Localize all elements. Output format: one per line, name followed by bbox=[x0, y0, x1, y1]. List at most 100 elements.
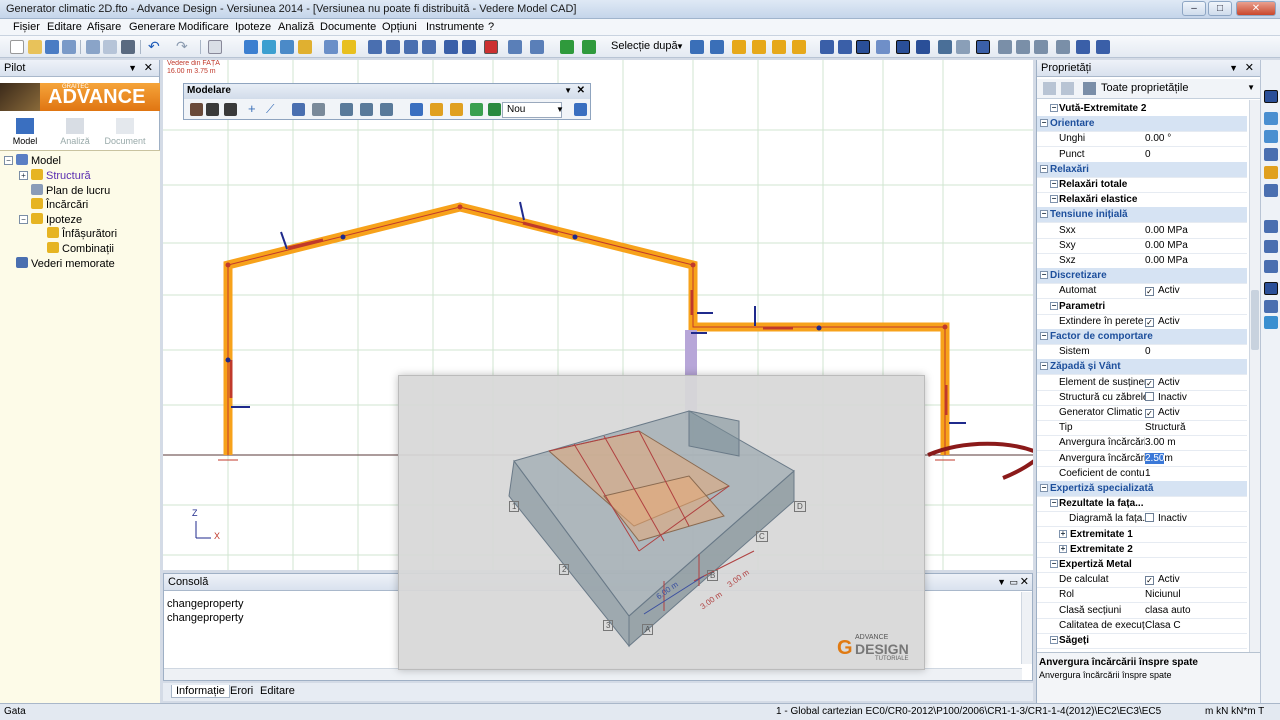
chevron-down-icon[interactable]: ▼ bbox=[676, 40, 690, 54]
property-row[interactable]: − Relaxări totale bbox=[1037, 177, 1247, 192]
shield-icon[interactable] bbox=[342, 40, 356, 54]
collapse-icon[interactable]: − bbox=[1040, 210, 1048, 219]
property-value[interactable]: 2.50m bbox=[1145, 451, 1173, 466]
wall-icon[interactable] bbox=[896, 40, 910, 54]
close-icon[interactable]: ✕ bbox=[144, 60, 153, 76]
globe-icon[interactable] bbox=[470, 103, 483, 116]
frame2-icon[interactable] bbox=[752, 40, 766, 54]
tree-item-combinatii[interactable]: Combinații bbox=[47, 242, 114, 255]
diagonal-line-icon[interactable]: ⟋ bbox=[266, 103, 279, 116]
property-row[interactable]: Sxz 0.00 MPa bbox=[1037, 253, 1247, 268]
settings-icon[interactable] bbox=[956, 40, 970, 54]
pin-icon[interactable]: ▼ bbox=[997, 574, 1006, 590]
expand-icon[interactable]: + bbox=[19, 171, 28, 180]
property-row[interactable]: Element de susținere ✓ Activ bbox=[1037, 375, 1247, 390]
properties-scrollbar[interactable] bbox=[1249, 100, 1260, 652]
property-value[interactable]: Inactiv bbox=[1145, 390, 1187, 405]
property-value[interactable]: ✓ Activ bbox=[1145, 572, 1180, 587]
property-row[interactable]: − Relaxări elastice bbox=[1037, 192, 1247, 207]
beam-tool-icon[interactable] bbox=[1264, 112, 1278, 125]
property-value[interactable]: clasa auto bbox=[1145, 603, 1191, 618]
coordinate-icon[interactable] bbox=[1056, 40, 1070, 54]
property-row[interactable]: Sxy 0.00 MPa bbox=[1037, 238, 1247, 253]
print-icon[interactable] bbox=[121, 40, 135, 54]
property-value[interactable]: ✓ Activ bbox=[1145, 405, 1180, 420]
collapse-icon[interactable]: − bbox=[1050, 104, 1058, 112]
property-edit-field[interactable]: 2.50 bbox=[1145, 452, 1165, 464]
menu-optiuni[interactable]: Opțiuni bbox=[382, 21, 417, 33]
property-value[interactable]: 0 bbox=[1145, 147, 1151, 162]
property-row[interactable]: − Expertiză Metal bbox=[1037, 557, 1247, 572]
checkbox[interactable] bbox=[1145, 391, 1154, 401]
property-row[interactable]: + Extremitate 1 bbox=[1037, 527, 1247, 542]
line-icon[interactable] bbox=[422, 40, 436, 54]
property-category[interactable]: − Discretizare bbox=[1037, 268, 1247, 284]
portal-tool-icon[interactable] bbox=[1264, 282, 1278, 295]
pan-icon[interactable] bbox=[262, 40, 276, 54]
property-row[interactable]: Automat ✓ Activ bbox=[1037, 283, 1247, 298]
checkbox[interactable] bbox=[1145, 513, 1154, 523]
pin-icon[interactable] bbox=[488, 103, 501, 116]
zoom-icon[interactable] bbox=[280, 40, 294, 54]
property-row[interactable]: Diagramă la fața... Inactiv bbox=[1037, 511, 1247, 526]
maximize-button[interactable]: □ bbox=[1208, 1, 1232, 16]
property-row[interactable]: Unghi 0.00 ° bbox=[1037, 131, 1247, 146]
property-category[interactable]: − Expertiză specializată bbox=[1037, 481, 1247, 496]
redo-icon[interactable]: ↷ bbox=[176, 39, 190, 54]
axis-icon[interactable] bbox=[820, 40, 834, 54]
property-row[interactable]: Coeficient de contur 1 bbox=[1037, 466, 1247, 481]
cross-tool-icon[interactable] bbox=[1264, 148, 1278, 161]
plate-icon[interactable] bbox=[876, 40, 890, 54]
angle-icon[interactable] bbox=[1016, 40, 1030, 54]
ucs-icon[interactable] bbox=[1096, 40, 1110, 54]
menu-modificare[interactable]: Modificare bbox=[178, 21, 229, 33]
load-linear-icon[interactable] bbox=[450, 103, 463, 116]
property-row[interactable]: Sxx 0.00 MPa bbox=[1037, 223, 1247, 238]
support3-icon[interactable] bbox=[380, 103, 393, 116]
close-button[interactable]: ✕ bbox=[1236, 1, 1276, 16]
mirror-icon[interactable] bbox=[324, 40, 338, 54]
chevron-down-icon[interactable]: ▼ bbox=[556, 103, 569, 116]
collapse-icon[interactable]: − bbox=[1050, 560, 1058, 568]
expand-icon[interactable]: + bbox=[1059, 544, 1067, 553]
property-category[interactable]: − Tensiune inițială bbox=[1037, 207, 1247, 223]
property-value[interactable]: ✓ Activ bbox=[1145, 283, 1180, 298]
minimize-button[interactable]: – bbox=[1182, 1, 1206, 16]
menu-help[interactable]: ? bbox=[488, 21, 494, 33]
property-value[interactable]: 0.00 MPa bbox=[1145, 223, 1188, 238]
collapse-icon[interactable]: − bbox=[1040, 271, 1048, 280]
tab-analiza[interactable]: Analiză bbox=[50, 118, 100, 146]
property-row[interactable]: Sistem 0 bbox=[1037, 344, 1247, 359]
property-row[interactable]: Rol Niciunul bbox=[1037, 587, 1247, 602]
tree-item-vederi-memorate[interactable]: Vederi memorate bbox=[16, 257, 115, 270]
chevron-down-icon[interactable]: ▼ bbox=[1247, 83, 1255, 92]
arch-tool-icon[interactable] bbox=[1264, 260, 1278, 273]
property-value[interactable]: Structură bbox=[1145, 420, 1186, 435]
undo-icon[interactable]: ↶ bbox=[148, 39, 162, 54]
property-value[interactable]: Niciunul bbox=[1145, 587, 1181, 602]
move-node-icon[interactable] bbox=[410, 103, 423, 116]
plus-icon[interactable]: + bbox=[248, 102, 261, 116]
property-row[interactable]: Anvergura încărcării 2.50m bbox=[1037, 451, 1247, 466]
save-icon[interactable] bbox=[45, 40, 59, 54]
collapse-icon[interactable]: − bbox=[4, 156, 13, 165]
property-value[interactable]: Inactiv bbox=[1145, 511, 1187, 526]
tree-item-structura[interactable]: Structură bbox=[31, 169, 91, 182]
menu-editare[interactable]: Editare bbox=[47, 21, 82, 33]
support-icon[interactable] bbox=[340, 103, 353, 116]
property-category[interactable]: − Zăpadă și Vânt bbox=[1037, 359, 1247, 375]
brush-icon[interactable] bbox=[206, 103, 219, 116]
menu-instrumente[interactable]: Instrumente bbox=[426, 21, 484, 33]
property-row[interactable]: Tip Structură bbox=[1037, 420, 1247, 435]
property-value[interactable]: 0.00 ° bbox=[1145, 131, 1171, 146]
property-category[interactable]: − Orientare bbox=[1037, 116, 1247, 132]
new-file-icon[interactable] bbox=[10, 40, 24, 54]
save-as-icon[interactable] bbox=[62, 40, 76, 54]
open-file-icon[interactable] bbox=[28, 40, 42, 54]
chevron-down-icon[interactable]: ▼ bbox=[564, 84, 572, 98]
linear-element-icon[interactable] bbox=[190, 103, 203, 116]
layer-icon[interactable] bbox=[560, 40, 574, 54]
tab-informatie[interactable]: Informație bbox=[171, 685, 230, 698]
collapse-icon[interactable]: − bbox=[1040, 484, 1048, 492]
dimension-icon[interactable] bbox=[998, 40, 1012, 54]
